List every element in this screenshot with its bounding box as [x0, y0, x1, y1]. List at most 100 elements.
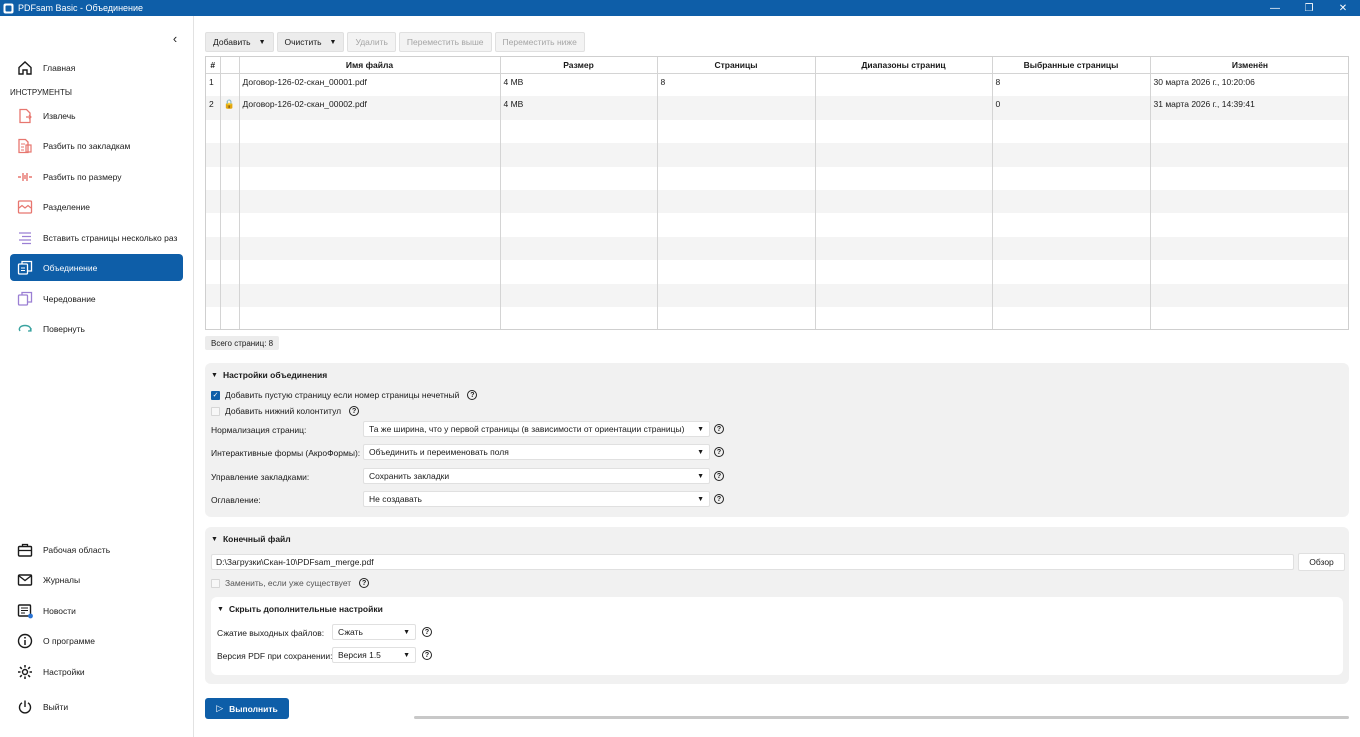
workspace-icon [16, 541, 34, 559]
add-button[interactable]: Добавить ▼ [205, 32, 274, 52]
page-ranges[interactable] [815, 73, 993, 97]
sidebar-item-insert-pages[interactable]: Вставить страницы несколько раз [10, 224, 183, 251]
sidebar-item-home[interactable]: Главная [10, 54, 183, 81]
destination-path-input[interactable]: D:\Загрузки\Скан-10\PDFsam_merge.pdf [211, 554, 1294, 570]
help-icon[interactable]: ? [467, 390, 478, 400]
forms-value: Объединить и переименовать поля [369, 447, 509, 457]
minimize-button[interactable]: — [1258, 0, 1292, 16]
close-button[interactable]: ✕ [1326, 0, 1360, 16]
move-up-button[interactable]: Переместить выше [398, 32, 492, 52]
chevron-down-icon: ▼ [697, 472, 704, 480]
pdf-version-value: Версия 1.5 [338, 650, 381, 660]
sidebar-item-about[interactable]: О программе [10, 627, 183, 654]
sidebar: ‹ Главная ИНСТРУМЕНТЫ Извлечь Разбить по… [0, 16, 194, 737]
pdf-version-select[interactable]: Версия 1.5 ▼ [332, 647, 416, 663]
table-row[interactable]: 2 🔒 Договор-126-02-скан_00002.pdf 4 MB 0… [206, 96, 1348, 120]
sidebar-item-label: Разбить по размеру [43, 171, 122, 182]
run-button[interactable]: ▷ Выполнить [205, 698, 289, 719]
help-icon[interactable]: ? [422, 627, 432, 637]
bookmarks-select[interactable]: Сохранить закладки ▼ [363, 468, 710, 484]
footer-checkbox[interactable] [211, 406, 220, 416]
expanded-triangle-icon: ▼ [211, 535, 218, 543]
help-icon[interactable]: ? [714, 424, 724, 434]
sidebar-item-label: Чередование [43, 293, 96, 304]
help-icon[interactable]: ? [714, 494, 724, 504]
overwrite-checkbox[interactable] [211, 578, 220, 588]
compression-select[interactable]: Сжать ▼ [332, 624, 416, 640]
merge-settings-header[interactable]: ▼ Настройки объединения [211, 370, 327, 380]
sidebar-item-split[interactable]: Разделение [10, 193, 183, 220]
page-ranges[interactable] [815, 96, 993, 120]
sidebar-item-label: Новости [43, 605, 76, 616]
chevron-down-icon: ▼ [329, 38, 337, 46]
collapse-sidebar-button[interactable]: ‹ [168, 31, 182, 46]
normalize-select[interactable]: Та же ширина, что у первой страницы (в з… [363, 421, 710, 437]
sidebar-item-rotate[interactable]: Повернуть [10, 315, 183, 342]
news-icon [16, 602, 34, 620]
empty-row [206, 166, 1348, 190]
sidebar-item-logs[interactable]: Журналы [10, 566, 183, 593]
add-label: Добавить [213, 37, 251, 47]
progress-bar [414, 716, 1349, 719]
column-header[interactable]: Изменён [1150, 57, 1348, 74]
run-label: Выполнить [229, 703, 278, 714]
blank-page-checkbox[interactable]: ✓ [211, 390, 220, 400]
column-header[interactable]: Выбранные страницы [992, 57, 1151, 74]
sidebar-item-label: Журналы [43, 574, 81, 585]
sidebar-item-news[interactable]: Новости [10, 597, 183, 624]
sidebar-item-extract[interactable]: Извлечь [10, 102, 183, 129]
forms-select[interactable]: Объединить и переименовать поля ▼ [363, 444, 710, 460]
footer-option[interactable]: Добавить нижний колонтитул ? [211, 406, 360, 416]
home-icon [16, 59, 34, 77]
sidebar-item-settings[interactable]: Настройки [10, 658, 183, 685]
forms-label: Интерактивные формы (АкроФормы): [211, 448, 361, 458]
clear-button[interactable]: Очистить ▼ [276, 32, 345, 52]
overwrite-option[interactable]: Заменить, если уже существует ? [211, 578, 370, 588]
browse-button[interactable]: Обзор [1298, 553, 1345, 571]
files-table[interactable]: # Имя файла Размер Страницы Диапазоны ст… [205, 56, 1349, 330]
toc-select[interactable]: Не создавать ▼ [363, 491, 710, 507]
empty-row [206, 143, 1348, 167]
table-row[interactable]: 1 Договор-126-02-скан_00001.pdf 4 MB 8 8… [206, 73, 1348, 97]
column-header[interactable]: Страницы [657, 57, 816, 74]
help-icon[interactable]: ? [714, 447, 724, 457]
sidebar-item-workspace[interactable]: Рабочая область [10, 536, 183, 563]
destination-header[interactable]: ▼ Конечный файл [211, 534, 291, 544]
page-count[interactable] [657, 96, 816, 120]
sidebar-item-label: Повернуть [43, 323, 85, 334]
window-title: PDFsam Basic - Объединение [18, 3, 144, 13]
chevron-down-icon: ▼ [258, 38, 266, 46]
column-header[interactable]: Диапазоны страниц [815, 57, 993, 74]
selected-pages: 8 [992, 73, 1151, 97]
sidebar-item-split-bookmarks[interactable]: Разбить по закладкам [10, 132, 183, 159]
pdfsam-logo-icon [3, 3, 14, 13]
clear-label: Очистить [284, 37, 322, 47]
advanced-settings-header[interactable]: ▼ Скрыть дополнительные настройки [217, 604, 383, 614]
sidebar-item-alternate-mix[interactable]: Чередование [10, 285, 183, 312]
column-header[interactable] [220, 57, 240, 74]
merge-icon [16, 259, 34, 277]
sidebar-item-exit[interactable]: Выйти [10, 693, 183, 720]
move-down-button[interactable]: Переместить ниже [494, 32, 585, 52]
chevron-down-icon: ▼ [697, 425, 704, 433]
file-name: Договор-126-02-скан_00001.pdf [239, 73, 501, 97]
destination-panel: ▼ Конечный файл D:\Загрузки\Скан-10\PDFsa… [205, 527, 1349, 684]
sidebar-item-label: Настройки [43, 666, 85, 677]
expanded-triangle-icon: ▼ [211, 371, 218, 379]
sidebar-item-merge[interactable]: Объединение [10, 254, 183, 281]
help-icon[interactable]: ? [359, 578, 370, 588]
column-header[interactable]: Размер [500, 57, 658, 74]
split-bookmarks-icon [16, 137, 34, 155]
column-header[interactable]: Имя файла [239, 57, 501, 74]
help-icon[interactable]: ? [349, 406, 360, 416]
destination-title: Конечный файл [222, 534, 291, 544]
lock-cell [220, 73, 240, 97]
blank-page-option[interactable]: ✓ Добавить пустую страницу если номер ст… [211, 390, 478, 400]
help-icon[interactable]: ? [714, 471, 724, 481]
sidebar-item-split-size[interactable]: Разбить по размеру [10, 163, 183, 190]
page-count[interactable]: 8 [657, 73, 816, 97]
remove-button[interactable]: Удалить [347, 32, 396, 52]
help-icon[interactable]: ? [422, 650, 432, 660]
maximize-button[interactable]: ❐ [1292, 0, 1326, 16]
column-header[interactable]: # [206, 57, 221, 74]
